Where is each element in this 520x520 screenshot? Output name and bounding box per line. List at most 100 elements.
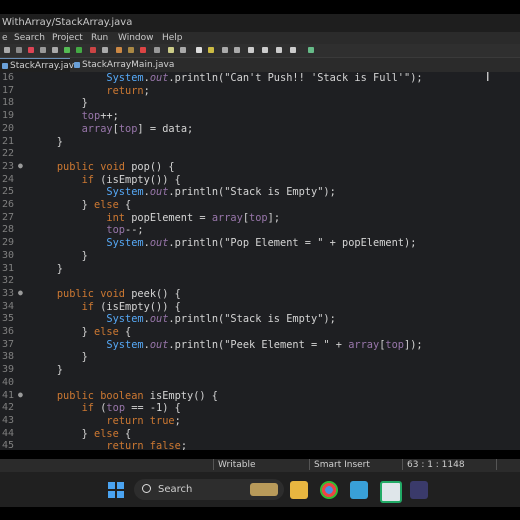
eclipse-icon[interactable]	[410, 481, 428, 499]
code-token: public void	[56, 287, 126, 300]
code-line[interactable]: if (isEmpty()) {	[32, 174, 181, 187]
code-line[interactable]: }	[32, 136, 63, 149]
notepad-icon[interactable]	[350, 481, 368, 499]
code-line[interactable]: }	[32, 250, 88, 263]
code-line[interactable]: return;	[32, 85, 149, 98]
code-line[interactable]: top++;	[32, 110, 119, 123]
build-icon[interactable]	[52, 47, 58, 53]
line-number: 22	[2, 148, 15, 160]
menu-window[interactable]: Window	[118, 32, 154, 44]
line-number: 44	[2, 427, 15, 439]
search-icon	[142, 484, 151, 493]
search-icon[interactable]	[154, 47, 160, 53]
code-line[interactable]: array[top] = data;	[32, 122, 194, 136]
code-line[interactable]: System.out.println("Stack is Empty");	[32, 186, 335, 199]
line-number: 17	[2, 84, 15, 96]
code-line[interactable]: }	[32, 364, 63, 377]
menu-project[interactable]: Project	[52, 32, 83, 44]
code-line[interactable]: }	[32, 263, 63, 276]
new-icon[interactable]	[102, 47, 108, 53]
tab-stackarray[interactable]: StackArray.java	[0, 58, 80, 72]
menu-search[interactable]: Search	[14, 32, 45, 44]
fold-marker-icon[interactable]: ●	[18, 288, 23, 297]
run-icon[interactable]	[76, 47, 82, 53]
chrome-icon[interactable]	[320, 481, 338, 499]
line-number: 16	[2, 72, 15, 83]
perspective-icon[interactable]	[308, 47, 314, 53]
pin-icon[interactable]	[234, 47, 240, 53]
back-icon[interactable]	[248, 47, 254, 53]
debug-icon[interactable]	[64, 47, 70, 53]
next-annotation-icon[interactable]	[196, 47, 202, 53]
menu-help[interactable]: Help	[162, 32, 183, 44]
code-line[interactable]: }	[32, 97, 88, 110]
menu-bar: e Search Project Run Window Help	[0, 32, 520, 44]
tab-stackarraymain[interactable]: StackArrayMain.java	[72, 58, 175, 72]
code-token: }	[32, 135, 63, 148]
code-line[interactable]: return true;	[32, 415, 180, 428]
history-forward-icon[interactable]	[290, 47, 296, 53]
new-class-icon[interactable]	[116, 47, 122, 53]
save-all-icon[interactable]	[16, 47, 22, 53]
prev-annotation-icon[interactable]	[208, 47, 214, 53]
code-line[interactable]: public void pop() {	[32, 161, 175, 174]
code-line[interactable]: } else {	[32, 428, 132, 441]
fold-marker-icon[interactable]: ●	[18, 390, 23, 399]
save-icon[interactable]	[4, 47, 10, 53]
code-token: }	[32, 199, 94, 211]
pen-icon[interactable]	[168, 47, 174, 53]
code-token: System	[106, 72, 144, 84]
code-editor[interactable]: 16 17 18 19 20 21 22 23 ● 24 25 26 27 28…	[0, 72, 520, 450]
open-task-icon[interactable]	[140, 47, 146, 53]
taskbar-search[interactable]: Search	[134, 479, 284, 500]
file-explorer-icon[interactable]	[290, 481, 308, 499]
code-line[interactable]: System.out.println("Stack is Empty");	[32, 313, 335, 326]
code-token: ++;	[100, 110, 119, 123]
line-number: 36	[2, 326, 15, 337]
code-line[interactable]: top--;	[32, 224, 143, 237]
code-line[interactable]: public void peek() {	[32, 288, 181, 301]
code-line[interactable]: return false;	[32, 440, 187, 450]
stop-icon[interactable]	[28, 47, 34, 53]
windows-start-icon[interactable]	[108, 482, 124, 498]
menu-edit[interactable]: e	[2, 32, 8, 44]
code-line[interactable]: } else {	[32, 326, 132, 339]
code-line[interactable]: public boolean isEmpty() {	[32, 390, 218, 403]
code-token: array	[81, 122, 113, 135]
code-token: int	[106, 211, 126, 224]
run-external-icon[interactable]	[90, 47, 96, 53]
code-token: top	[106, 402, 126, 415]
last-edit-icon[interactable]	[222, 47, 228, 53]
code-line[interactable]: System.out.println("Can't Push!! 'Stack …	[32, 72, 423, 85]
code-token: pop() {	[125, 160, 175, 173]
status-writable: Writable	[218, 460, 256, 470]
code-line[interactable]: System.out.println("Pop Element = " + po…	[32, 237, 416, 250]
code-token: {	[118, 326, 132, 338]
code-line[interactable]: }	[32, 351, 88, 364]
menu-run[interactable]: Run	[91, 32, 108, 44]
line-number: 18	[2, 97, 15, 109]
fold-marker-icon[interactable]: ●	[18, 161, 23, 170]
code-token: System	[106, 186, 144, 199]
history-back-icon[interactable]	[276, 47, 282, 53]
code-line[interactable]: System.out.println("Peek Element = " + a…	[32, 339, 422, 352]
code-line[interactable]: } else {	[32, 199, 132, 212]
line-number: 21	[2, 135, 15, 147]
line-number: 20	[2, 122, 15, 134]
annotation-icon[interactable]	[180, 47, 186, 53]
code-token: }	[32, 249, 88, 262]
code-line[interactable]: if (top == -1) {	[32, 402, 181, 415]
media-app-icon[interactable]	[380, 481, 402, 503]
tab-label: StackArrayMain.java	[82, 60, 175, 70]
line-number: 35	[2, 313, 15, 325]
code-token: .println("Can't Push!! 'Stack is Full'")…	[168, 72, 423, 84]
code-line[interactable]: if (isEmpty()) {	[32, 301, 181, 314]
forward-icon[interactable]	[262, 47, 268, 53]
print-icon[interactable]	[40, 47, 46, 53]
code-line[interactable]: int popElement = array[top];	[32, 212, 280, 225]
open-type-icon[interactable]	[128, 47, 134, 53]
search-highlight-icon	[250, 483, 278, 496]
code-token: }	[32, 262, 63, 275]
